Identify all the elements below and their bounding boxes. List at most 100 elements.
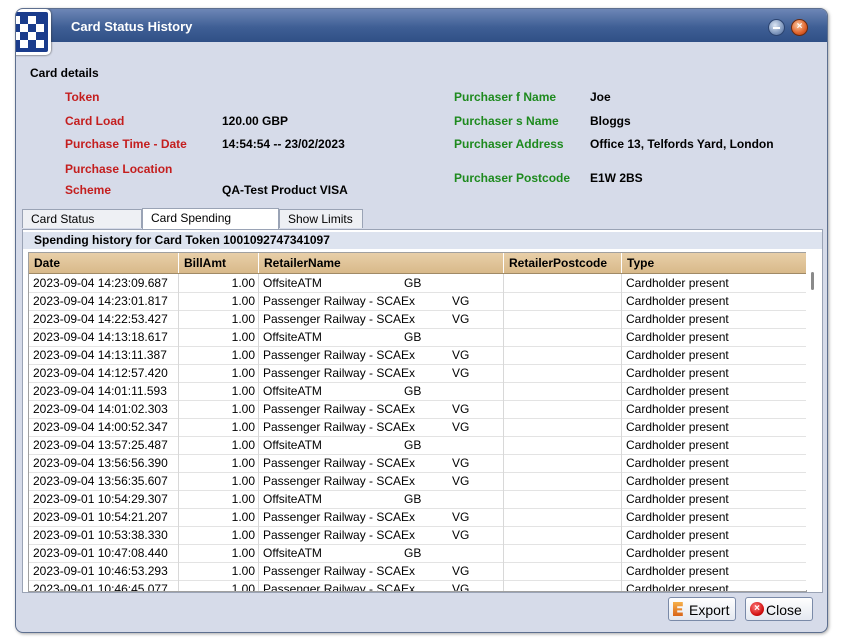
- tab-card-status-history[interactable]: Card Status History: [22, 209, 142, 245]
- cell-date: 2023-09-04 14:23:01.817: [29, 292, 179, 310]
- first-name-label: Purchaser f Name: [454, 90, 557, 104]
- cell-retailerpostcode: [504, 274, 622, 292]
- cell-retailerpostcode: [504, 562, 622, 580]
- retailer-name: Passenger Railway - SCAEx: [263, 582, 416, 592]
- retailer-name: Passenger Railway - SCAEx: [263, 456, 416, 470]
- retailer-country: VG: [452, 474, 470, 488]
- column-header-type[interactable]: Type: [622, 253, 806, 273]
- retailer-country: GB: [404, 546, 422, 560]
- table-row[interactable]: 2023-09-04 13:56:56.390 1.00 Passenger Rai…: [29, 454, 806, 473]
- cell-date: 2023-09-01 10:46:53.293: [29, 562, 179, 580]
- table-row[interactable]: 2023-09-04 13:57:25.487 1.00 OffsiteATM GB C…: [29, 436, 806, 455]
- vertical-scrollbar[interactable]: [806, 252, 820, 590]
- token-label: Token: [65, 90, 100, 104]
- retailer-name: OffsiteATM: [263, 492, 322, 506]
- cell-retailername: OffsiteATM GB: [259, 274, 504, 292]
- minimize-button[interactable]: [768, 19, 785, 36]
- cell-date: 2023-09-01 10:54:29.307: [29, 490, 179, 508]
- retailer-country: VG: [452, 348, 470, 362]
- retailer-name: Passenger Railway - SCAEx: [263, 312, 416, 326]
- purchase-time-value: 14:54:54 -- 23/02/2023: [222, 137, 345, 151]
- cell-date: 2023-09-04 13:56:35.607: [29, 472, 179, 490]
- scrollbar-thumb[interactable]: [811, 272, 814, 290]
- table-row[interactable]: 2023-09-04 14:01:11.593 1.00 OffsiteATM GB C…: [29, 382, 806, 401]
- close-button-label: Close: [766, 602, 802, 618]
- table-row[interactable]: 2023-09-04 14:23:09.687 1.00 OffsiteATM GB C…: [29, 274, 806, 293]
- table-row[interactable]: 2023-09-04 14:23:01.817 1.00 Passenger Rai…: [29, 292, 806, 311]
- cell-retailerpostcode: [504, 490, 622, 508]
- tab-show-limits[interactable]: Show Limits: [279, 209, 363, 228]
- retailer-name: Passenger Railway - SCAEx: [263, 528, 416, 542]
- cell-retailername: Passenger Railway - SCAEx VG: [259, 562, 504, 580]
- cell-date: 2023-09-04 14:13:11.387: [29, 346, 179, 364]
- cell-retailername: Passenger Railway - SCAEx VG: [259, 364, 504, 382]
- cell-retailername: OffsiteATM GB: [259, 436, 504, 454]
- cell-type: Cardholder present: [626, 420, 729, 434]
- cell-retailerpostcode: [504, 292, 622, 310]
- table-row[interactable]: 2023-09-01 10:54:21.207 1.00 Passenger Rai…: [29, 508, 806, 527]
- first-name-value: Joe: [590, 90, 611, 104]
- table-row[interactable]: 2023-09-04 14:13:11.387 1.00 Passenger Rai…: [29, 346, 806, 365]
- column-header-retailerpostcode[interactable]: RetailerPostcode: [504, 253, 622, 273]
- retailer-name: Passenger Railway - SCAEx: [263, 510, 416, 524]
- purchase-location-label: Purchase Location: [65, 162, 173, 176]
- table-row[interactable]: 2023-09-01 10:54:29.307 1.00 OffsiteATM GB C…: [29, 490, 806, 509]
- retailer-country: GB: [404, 438, 422, 452]
- cell-billamt: 1.00: [179, 328, 259, 346]
- table-row[interactable]: 2023-09-04 13:56:35.607 1.00 Passenger Rai…: [29, 472, 806, 491]
- table-row[interactable]: 2023-09-04 14:12:57.420 1.00 Passenger Rai…: [29, 364, 806, 383]
- table-row[interactable]: 2023-09-04 14:22:53.427 1.00 Passenger Rai…: [29, 310, 806, 329]
- table-row[interactable]: 2023-09-04 14:13:18.617 1.00 OffsiteATM GB C…: [29, 328, 806, 347]
- column-header-billamt[interactable]: BillAmt: [179, 253, 259, 273]
- cell-retailerpostcode: [504, 526, 622, 544]
- retailer-name: Passenger Railway - SCAEx: [263, 402, 416, 416]
- cell-type: Cardholder present: [626, 330, 729, 344]
- retailer-country: VG: [452, 456, 470, 470]
- spending-history-grid[interactable]: Date BillAmt RetailerName RetailerPostco…: [28, 252, 807, 592]
- address-value: Office 13, Telfords Yard, London: [590, 137, 774, 151]
- window-close-button[interactable]: ×: [791, 19, 808, 36]
- cell-retailerpostcode: [504, 508, 622, 526]
- cell-type: Cardholder present: [626, 510, 729, 524]
- cell-type: Cardholder present: [626, 474, 729, 488]
- close-button[interactable]: × Close: [745, 597, 813, 621]
- cell-date: 2023-09-01 10:53:38.330: [29, 526, 179, 544]
- surname-label: Purchaser s Name: [454, 114, 559, 128]
- cell-type: Cardholder present: [626, 528, 729, 542]
- column-header-date[interactable]: Date: [29, 253, 179, 273]
- tab-card-spending-history[interactable]: Card Spending History: [142, 208, 279, 244]
- cell-retailerpostcode: [504, 310, 622, 328]
- table-row[interactable]: 2023-09-01 10:46:45.077 1.00 Passenger Rai…: [29, 580, 806, 592]
- title-bar[interactable]: Card Status History ×: [16, 9, 827, 42]
- cell-retailername: Passenger Railway - SCAEx VG: [259, 310, 504, 328]
- cell-retailerpostcode: [504, 418, 622, 436]
- cell-type: Cardholder present: [626, 582, 729, 592]
- table-row[interactable]: 2023-09-01 10:47:08.440 1.00 OffsiteATM GB C…: [29, 544, 806, 563]
- spending-history-title: Spending history for Card Token 10010927…: [23, 232, 822, 249]
- cell-billamt: 1.00: [179, 418, 259, 436]
- table-row[interactable]: 2023-09-04 14:01:02.303 1.00 Passenger Rai…: [29, 400, 806, 419]
- retailer-country: VG: [452, 312, 470, 326]
- cell-billamt: 1.00: [179, 508, 259, 526]
- table-row[interactable]: 2023-09-01 10:53:38.330 1.00 Passenger Rai…: [29, 526, 806, 545]
- cell-billamt: 1.00: [179, 292, 259, 310]
- export-icon: [673, 602, 683, 616]
- table-row[interactable]: 2023-09-04 14:00:52.347 1.00 Passenger Rai…: [29, 418, 806, 437]
- cell-retailername: Passenger Railway - SCAEx VG: [259, 526, 504, 544]
- cell-date: 2023-09-04 13:57:25.487: [29, 436, 179, 454]
- export-button[interactable]: Export: [668, 597, 736, 621]
- cell-retailername: Passenger Railway - SCAEx VG: [259, 346, 504, 364]
- table-row[interactable]: 2023-09-01 10:46:53.293 1.00 Passenger Rai…: [29, 562, 806, 581]
- card-load-value: 120.00 GBP: [222, 114, 289, 128]
- cell-type: Cardholder present: [626, 348, 729, 362]
- cell-type: Cardholder present: [626, 546, 729, 560]
- retailer-country: VG: [452, 582, 470, 592]
- retailer-country: VG: [452, 294, 470, 308]
- cell-billamt: 1.00: [179, 310, 259, 328]
- cell-date: 2023-09-04 14:01:02.303: [29, 400, 179, 418]
- spending-history-panel: Spending history for Card Token 10010927…: [22, 229, 823, 593]
- retailer-name: Passenger Railway - SCAEx: [263, 564, 416, 578]
- cell-date: 2023-09-04 14:22:53.427: [29, 310, 179, 328]
- retailer-name: Passenger Railway - SCAEx: [263, 366, 416, 380]
- column-header-retailername[interactable]: RetailerName: [259, 253, 504, 273]
